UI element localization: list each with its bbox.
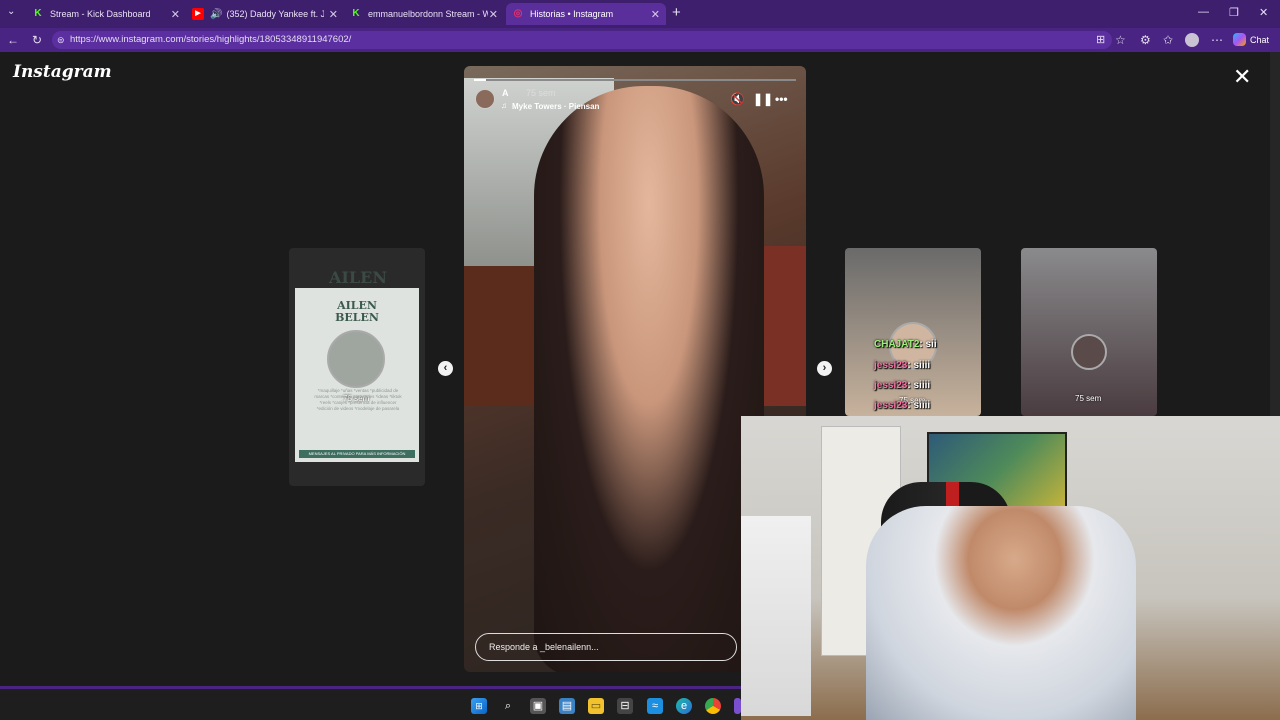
following-story-preview[interactable]: 75 sem (1021, 248, 1157, 416)
tab-youtube-video[interactable]: ▶ 🔊 (352) Daddy Yankee ft. J Alvarez ✕ (186, 3, 344, 25)
instagram-icon: ◎ (513, 8, 523, 19)
windows-start-icon[interactable]: ⊞ (471, 698, 487, 714)
chat-message: jessi23: siiii (874, 380, 930, 391)
tab-list-chevron-icon[interactable]: ⌄ (7, 6, 15, 17)
close-tab-icon[interactable]: ✕ (329, 8, 338, 21)
youtube-icon: ▶ (192, 8, 204, 20)
tab-title: (352) Daddy Yankee ft. J Alvarez (226, 9, 325, 19)
store-icon[interactable]: ⊟ (617, 698, 633, 714)
close-tab-icon[interactable]: ✕ (489, 8, 498, 21)
file-explorer-icon[interactable]: ▭ (588, 698, 604, 714)
previous-story-preview[interactable]: AILEN AILEN BELEN 75 sem *maquillaje *uñ… (289, 248, 425, 486)
kick-icon: K (352, 8, 360, 19)
favorite-star-icon[interactable]: ☆ (1115, 33, 1126, 47)
story-username[interactable]: A (502, 88, 509, 98)
preview-flyer: AILEN BELEN 75 sem *maquillaje *uñas *ve… (295, 288, 419, 462)
cam-shelf (741, 516, 811, 716)
chat-user: jessi23 (874, 360, 908, 371)
chat-user: CHAJAT2 (874, 339, 920, 350)
mute-icon[interactable]: 🔇 (730, 92, 745, 106)
edge-browser-icon[interactable]: e (676, 698, 692, 714)
chat-user: jessi23 (874, 400, 908, 411)
close-stories-icon[interactable]: ✕ (1233, 66, 1251, 88)
widgets-icon[interactable]: ▤ (559, 698, 575, 714)
close-tab-icon[interactable]: ✕ (171, 8, 180, 21)
story-timestamp: 75 sem (526, 88, 556, 98)
preview-avatar (327, 330, 385, 388)
kick-icon: K (34, 8, 42, 19)
music-note-icon: ♫ (501, 101, 507, 110)
close-tab-icon[interactable]: ✕ (651, 8, 660, 21)
chat-text: siiii (913, 380, 931, 391)
flyer-services: *maquillaje *uñas *ventas *publicidad de… (314, 388, 402, 411)
chat-text: siiii (913, 360, 931, 371)
cam-streamer (866, 506, 1136, 720)
windows-taskbar: ⊞ ⌕ ▣ ▤ ▭ ⊟ ≈ e (0, 686, 741, 720)
chrome-icon[interactable] (705, 698, 721, 714)
webcam-overlay (741, 416, 1280, 720)
story-progress-fill (474, 79, 486, 81)
favorites-icon[interactable]: ✩ (1163, 33, 1173, 47)
tab-kick-stream[interactable]: K emmanuelbordonn Stream - Watch ✕ (344, 3, 504, 25)
address-bar-input[interactable]: ⊜ https://www.instagram.com/stories/high… (52, 31, 1112, 49)
chat-message: CHAJAT2: sii (874, 339, 937, 350)
browser-toolbar: ← ↻ ⊜ https://www.instagram.com/stories/… (0, 28, 1280, 52)
previous-story-arrow-icon[interactable]: ‹ (438, 361, 453, 376)
close-window-icon[interactable]: ✕ (1259, 6, 1268, 19)
chat-label: Chat (1250, 34, 1270, 45)
flyer-info-button: MENSAJES AL PRIVADO PARA MÁS INFORMACIÓN (299, 450, 415, 458)
chat-text: siiii (913, 400, 931, 411)
next-story-arrow-icon[interactable]: › (817, 361, 832, 376)
site-info-icon[interactable]: ⊜ (57, 31, 65, 49)
audio-playing-icon[interactable]: 🔊 (210, 9, 222, 20)
restore-icon[interactable]: ❐ (1229, 6, 1239, 19)
refresh-icon[interactable]: ↻ (32, 33, 42, 47)
pause-icon[interactable]: ❚❚ (753, 92, 773, 106)
url-text: https://www.instagram.com/stories/highli… (70, 34, 352, 45)
profile-avatar[interactable] (1185, 33, 1199, 47)
app-icon-partial[interactable] (734, 698, 741, 714)
flyer-name: AILEN BELEN (335, 299, 379, 324)
browser-tab-bar: ⌄ K Stream - Kick Dashboard ✕ ▶ 🔊 (352) … (0, 0, 1280, 28)
tab-instagram-stories[interactable]: ◎ Historias • Instagram ✕ (506, 3, 666, 25)
preview-time: 75 sem (1075, 394, 1102, 403)
copilot-chat-button[interactable]: Chat (1233, 33, 1269, 46)
tab-title: emmanuelbordonn Stream - Watch (368, 9, 488, 19)
task-view-icon[interactable]: ▣ (530, 698, 546, 714)
copilot-icon (1233, 33, 1246, 46)
story-music-label[interactable]: Myke Towers · Piensan (512, 102, 599, 111)
chat-text: sii (925, 339, 937, 350)
story-reply-input[interactable]: Responde a _belenailenn... (475, 633, 737, 661)
search-icon[interactable]: ⌕ (500, 698, 516, 714)
story-user-avatar[interactable] (475, 89, 495, 109)
new-tab-button[interactable]: + (672, 4, 681, 21)
story-progress-bar (474, 79, 796, 81)
more-options-icon[interactable]: ••• (775, 92, 788, 106)
story-photo-subject (534, 86, 764, 672)
wifi-app-icon[interactable]: ≈ (647, 698, 663, 714)
app-available-icon[interactable]: ⊞ (1096, 33, 1105, 46)
tab-kick-dashboard[interactable]: K Stream - Kick Dashboard ✕ (26, 3, 186, 25)
preview-title-top: AILEN (329, 268, 387, 287)
chat-user: jessi23 (874, 380, 908, 391)
chat-message: jessi23: siiii (874, 400, 930, 411)
more-options-icon[interactable]: ⋯ (1211, 33, 1223, 47)
extensions-icon[interactable]: ⚙ (1140, 33, 1151, 47)
back-arrow-icon[interactable]: ← (7, 33, 19, 47)
minimize-icon[interactable]: — (1198, 6, 1209, 18)
tab-title: Historias • Instagram (530, 9, 614, 19)
instagram-logo[interactable]: Instagram (13, 62, 112, 82)
preview-avatar (1071, 334, 1107, 370)
tab-title: Stream - Kick Dashboard (50, 9, 151, 19)
chat-message: jessi23: siiii (874, 360, 930, 371)
